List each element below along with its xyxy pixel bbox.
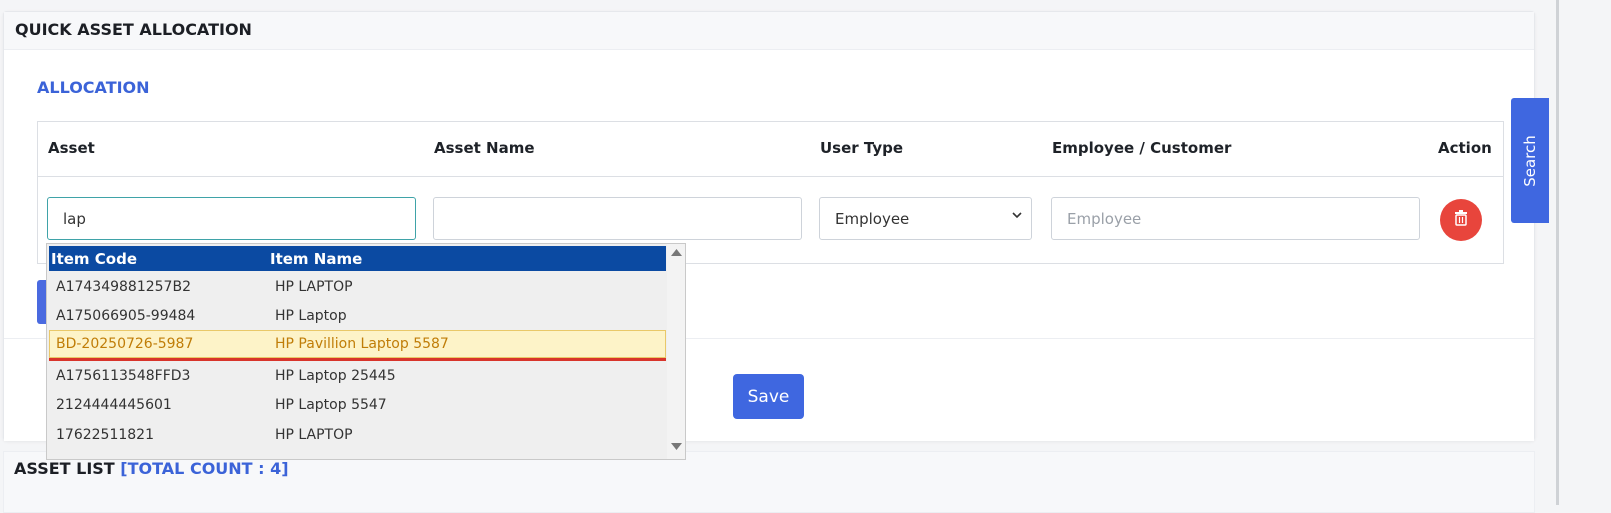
- dropdown-item-name: HP Pavillion Laptop 5587: [275, 336, 449, 352]
- selected-underline: [49, 358, 666, 361]
- header-action: Action: [1438, 139, 1492, 157]
- user-type-value: Employee: [835, 210, 910, 228]
- dropdown-item-name: HP LAPTOP: [275, 427, 353, 443]
- asset-name-input[interactable]: [433, 197, 802, 240]
- dropdown-item-name: HP Laptop 25445: [275, 368, 396, 384]
- save-button[interactable]: Save: [733, 374, 804, 419]
- dropdown-item[interactable]: A1756113548FFD3 HP Laptop 25445: [49, 362, 666, 390]
- dropdown-header-code: Item Code: [51, 250, 138, 268]
- dropdown-item-selected[interactable]: BD-20250726-5987 HP Pavillion Laptop 558…: [49, 330, 666, 358]
- dropdown-item[interactable]: 2124444445601 HP Laptop 5547: [49, 391, 666, 419]
- delete-row-button[interactable]: [1440, 199, 1482, 241]
- chevron-down-icon: [1011, 209, 1023, 225]
- employee-input[interactable]: Employee: [1051, 197, 1420, 240]
- dropdown-item-name: HP Laptop 5547: [275, 397, 387, 413]
- header-asset-name: Asset Name: [434, 139, 535, 157]
- search-side-tab[interactable]: Search: [1511, 98, 1549, 223]
- asset-list-label: ASSET LIST: [14, 459, 115, 478]
- asset-autocomplete-dropdown[interactable]: Item Code Item Name A174349881257B2 HP L…: [46, 243, 686, 460]
- dropdown-item-code: A1756113548FFD3: [56, 368, 191, 384]
- page-scrollbar[interactable]: [1556, 0, 1559, 505]
- dropdown-item[interactable]: A175066905-99484 HP Laptop: [49, 302, 666, 330]
- allocation-section-title: ALLOCATION: [37, 78, 150, 97]
- trash-icon: [1454, 210, 1468, 230]
- dropdown-item-code: 2124444445601: [56, 397, 172, 413]
- dropdown-item-code: 17622511821: [56, 427, 154, 443]
- table-header-row: Asset Asset Name User Type Employee / Cu…: [38, 122, 1503, 177]
- dropdown-item-code: A175066905-99484: [56, 308, 196, 324]
- arrow-down-icon[interactable]: [671, 443, 682, 454]
- asset-list-count: [TOTAL COUNT : 4]: [120, 459, 289, 478]
- dropdown-item[interactable]: A174349881257B2 HP LAPTOP: [49, 273, 666, 301]
- dropdown-scrollbar[interactable]: [667, 244, 685, 459]
- employee-placeholder: Employee: [1067, 210, 1142, 228]
- card-title: QUICK ASSET ALLOCATION: [15, 20, 252, 39]
- user-type-select[interactable]: Employee: [819, 197, 1032, 240]
- asset-input-value: lap: [63, 210, 86, 228]
- arrow-up-icon[interactable]: [671, 248, 682, 259]
- search-tab-label: Search: [1521, 134, 1539, 187]
- dropdown-item-code: BD-20250726-5987: [56, 336, 194, 352]
- header-asset: Asset: [48, 139, 95, 157]
- asset-input[interactable]: lap: [47, 197, 416, 240]
- dropdown-item-code: A174349881257B2: [56, 279, 191, 295]
- header-user-type: User Type: [820, 139, 904, 157]
- dropdown-item-name: HP LAPTOP: [275, 279, 353, 295]
- header-employee-customer: Employee / Customer: [1052, 139, 1232, 157]
- dropdown-item-name: HP Laptop: [275, 308, 347, 324]
- asset-list-title: ASSET LIST [TOTAL COUNT : 4]: [14, 459, 289, 478]
- dropdown-header-name: Item Name: [270, 250, 363, 268]
- card-header: QUICK ASSET ALLOCATION: [4, 12, 1534, 50]
- dropdown-item[interactable]: 17622511821 HP LAPTOP: [49, 421, 666, 449]
- dropdown-header: Item Code Item Name: [49, 246, 666, 271]
